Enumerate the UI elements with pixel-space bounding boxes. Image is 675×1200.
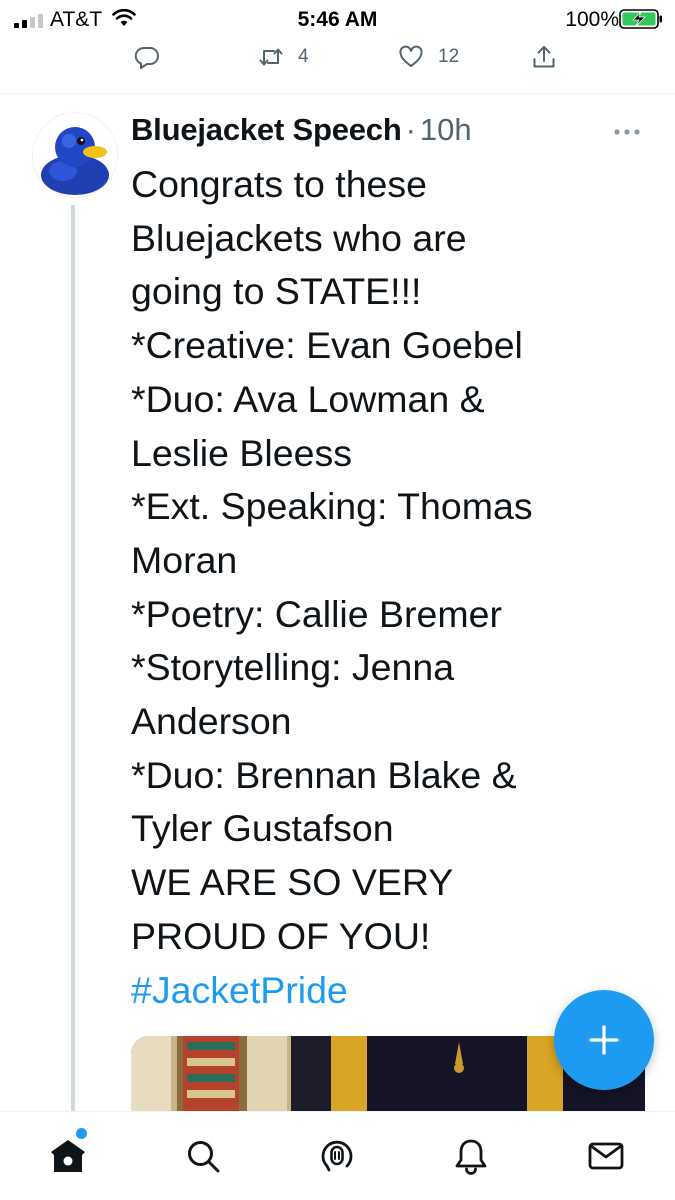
spaces-icon bbox=[321, 1140, 353, 1172]
tweet-text: Congrats to these Bluejackets who are go… bbox=[131, 158, 631, 1017]
tweet-text-line: Tyler Gustafson bbox=[131, 807, 394, 850]
nav-search[interactable] bbox=[181, 1134, 225, 1178]
more-options-icon[interactable] bbox=[612, 126, 642, 138]
tweet-text-line: *Creative: Evan Goebel bbox=[131, 324, 523, 367]
home-icon bbox=[51, 1140, 85, 1172]
tweet-text-line: *Storytelling: Jenna bbox=[131, 646, 455, 689]
tweet-text-line: going to STATE!!! bbox=[131, 270, 422, 313]
tweet-text-line: *Duo: Ava Lowman & bbox=[131, 377, 485, 420]
battery-charging-icon bbox=[619, 9, 662, 29]
hashtag-link[interactable]: #JacketPride bbox=[131, 964, 631, 1018]
display-name[interactable]: Bluejacket Speech bbox=[131, 112, 402, 148]
compose-tweet-button[interactable] bbox=[554, 990, 654, 1090]
tweet-text-line: WE ARE SO VERY bbox=[131, 861, 454, 904]
blue-rubber-duck-avatar bbox=[41, 127, 109, 195]
nav-spaces[interactable] bbox=[315, 1134, 359, 1178]
share-icon bbox=[533, 46, 555, 68]
status-bar: AT&T 5:46 AM 100% bbox=[0, 0, 675, 38]
retweet-count: 4 bbox=[298, 46, 309, 67]
tweet-text-line: Leslie Bleess bbox=[131, 431, 352, 474]
avatar[interactable] bbox=[33, 113, 117, 197]
nav-messages[interactable] bbox=[584, 1134, 628, 1178]
tweet-text-line: PROUD OF YOU! bbox=[131, 914, 431, 957]
retweet-icon bbox=[259, 48, 283, 66]
nav-home[interactable] bbox=[46, 1134, 90, 1178]
search-icon bbox=[188, 1141, 220, 1173]
reply-button[interactable] bbox=[134, 42, 160, 72]
home-new-content-dot bbox=[76, 1128, 87, 1139]
heart-icon bbox=[399, 45, 423, 67]
tweet-text-line: Anderson bbox=[131, 700, 292, 743]
tweet-text-line: Bluejackets who are bbox=[131, 216, 467, 259]
like-button[interactable]: 12 bbox=[398, 42, 459, 72]
tweet-text-line: *Duo: Brennan Blake & bbox=[131, 753, 517, 796]
previous-tweet-actions: 4 12 bbox=[0, 38, 675, 94]
tweet-text-line: *Poetry: Callie Bremer bbox=[131, 592, 502, 635]
tweet-text-line: Congrats to these bbox=[131, 163, 428, 205]
header-separator: · bbox=[405, 112, 416, 147]
tweet-timestamp[interactable]: 10h bbox=[420, 112, 472, 148]
notifications-icon bbox=[455, 1139, 487, 1175]
battery-percent: 100% bbox=[565, 8, 619, 31]
nav-notifications[interactable] bbox=[449, 1134, 493, 1178]
tweet-divider bbox=[0, 93, 675, 94]
retweet-button[interactable]: 4 bbox=[258, 42, 309, 72]
reply-icon bbox=[134, 46, 159, 69]
bottom-navigation bbox=[0, 1111, 675, 1200]
tweet-header: Bluejacket Speech · 10h bbox=[131, 112, 472, 152]
thread-line bbox=[71, 205, 75, 1115]
share-button[interactable] bbox=[531, 42, 557, 72]
tweet-text-line: Moran bbox=[131, 538, 238, 581]
tweet-text-line: *Ext. Speaking: Thomas bbox=[131, 485, 533, 528]
plus-icon bbox=[589, 1025, 619, 1055]
like-count: 12 bbox=[438, 46, 460, 67]
messages-icon bbox=[588, 1142, 624, 1170]
